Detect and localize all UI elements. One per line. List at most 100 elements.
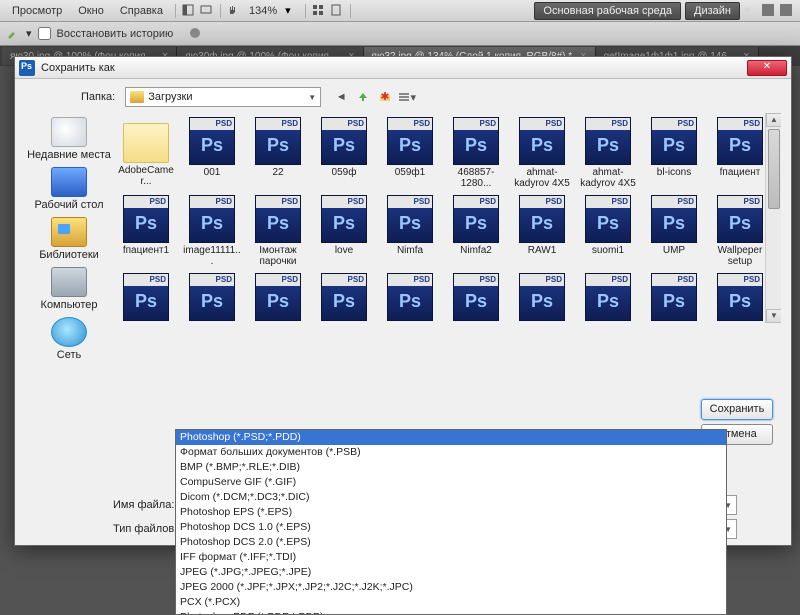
file-item[interactable]: ahmat-kadyrov 4X5 CM112 — [577, 115, 639, 191]
file-item[interactable]: 468857-1280... — [445, 115, 507, 191]
menu-help[interactable]: Справка — [114, 3, 169, 19]
layout-icon[interactable] — [182, 4, 196, 18]
recent-icon — [51, 117, 87, 147]
file-item[interactable] — [445, 271, 507, 325]
places-network[interactable]: Сеть — [51, 317, 87, 361]
computer-icon — [51, 267, 87, 297]
file-name: ahmat-kadyrov 4X5 CM11 — [513, 167, 571, 189]
file-item[interactable]: Iмонтаж парочки — [247, 193, 309, 269]
scrollbar[interactable]: ▲ ▼ — [765, 113, 781, 323]
file-item[interactable]: Wallpeper setup — [709, 193, 771, 269]
save-as-dialog: Сохранить как ✕ Папка: Загрузки ▼ ◄ ✱ ▾ … — [14, 56, 792, 546]
file-item[interactable]: Nimfa2 — [445, 193, 507, 269]
file-item[interactable]: fпациент — [709, 115, 771, 191]
places-recent[interactable]: Недавние места — [27, 117, 111, 161]
folder-label: Папка: — [81, 91, 115, 103]
file-item[interactable] — [379, 271, 441, 325]
design-workspace[interactable]: Дизайн — [685, 2, 740, 20]
hand-icon[interactable] — [227, 4, 241, 18]
grid-icon[interactable] — [312, 4, 326, 18]
file-name: AdobeCamer... — [117, 165, 175, 187]
file-item[interactable]: 059ф — [313, 115, 375, 191]
up-icon[interactable] — [353, 87, 373, 107]
places-label: Рабочий стол — [34, 199, 103, 211]
places-desktop[interactable]: Рабочий стол — [34, 167, 103, 211]
filetype-option[interactable]: PCX (*.PCX) — [176, 595, 726, 610]
expand-icon[interactable]: » — [744, 4, 758, 18]
filetype-option[interactable]: Photoshop DCS 2.0 (*.EPS) — [176, 535, 726, 550]
filetype-option[interactable]: Photoshop PDF (*.PDF;*.PDP) — [176, 610, 726, 615]
menu-window[interactable]: Окно — [72, 3, 110, 19]
file-name: fпациент — [720, 167, 761, 178]
file-item[interactable]: 22 — [247, 115, 309, 191]
file-item[interactable]: RAW1 — [511, 193, 573, 269]
save-button[interactable]: Сохранить — [701, 399, 773, 420]
new-folder-icon[interactable]: ✱ — [375, 87, 395, 107]
file-item[interactable] — [577, 271, 639, 325]
file-name: Nimfa — [397, 245, 423, 256]
workspace-selector[interactable]: Основная рабочая среда — [534, 2, 681, 20]
file-item[interactable]: fпациент1 — [115, 193, 177, 269]
file-item[interactable] — [247, 271, 309, 325]
filetype-option[interactable]: Photoshop DCS 1.0 (*.EPS) — [176, 520, 726, 535]
file-item[interactable]: ahmat-kadyrov 4X5 CM11 — [511, 115, 573, 191]
screen-mode-icon[interactable] — [200, 4, 214, 18]
view-menu-icon[interactable]: ▾ — [397, 87, 417, 107]
file-item[interactable]: UMP — [643, 193, 705, 269]
menu-view[interactable]: Просмотр — [6, 3, 68, 19]
filetype-option[interactable]: BMP (*.BMP;*.RLE;*.DIB) — [176, 460, 726, 475]
file-name: 22 — [272, 167, 283, 178]
psd-icon — [453, 273, 499, 321]
file-item[interactable]: 001 — [181, 115, 243, 191]
file-name: suomi1 — [592, 245, 624, 256]
file-item[interactable] — [511, 271, 573, 325]
minimize-icon[interactable] — [780, 4, 794, 18]
dialog-titlebar: Сохранить как ✕ — [15, 57, 791, 79]
psd-icon — [321, 117, 367, 165]
history-brush-icon[interactable] — [6, 27, 20, 41]
filetype-option[interactable]: IFF формат (*.IFF;*.TDI) — [176, 550, 726, 565]
scroll-thumb[interactable] — [768, 129, 780, 209]
filetype-option[interactable]: Формат больших документов (*.PSB) — [176, 445, 726, 460]
file-item[interactable]: 059ф1 — [379, 115, 441, 191]
csLive-icon[interactable] — [762, 4, 776, 18]
file-item[interactable] — [115, 271, 177, 325]
places-computer[interactable]: Компьютер — [41, 267, 98, 311]
places-label: Компьютер — [41, 299, 98, 311]
file-item[interactable]: love — [313, 193, 375, 269]
file-item[interactable]: bl-icons — [643, 115, 705, 191]
brush-preset-icon[interactable] — [189, 27, 203, 41]
doc-icon[interactable] — [330, 4, 344, 18]
filetype-option[interactable]: Photoshop EPS (*.EPS) — [176, 505, 726, 520]
file-item[interactable] — [643, 271, 705, 325]
file-item[interactable]: suomi1 — [577, 193, 639, 269]
places-libs[interactable]: Библиотеки — [39, 217, 99, 261]
filetype-option[interactable]: Photoshop (*.PSD;*.PDD) — [176, 430, 726, 445]
file-item[interactable] — [709, 271, 771, 325]
app-menubar: Просмотр Окно Справка 134% ▾ Основная ра… — [0, 0, 800, 22]
file-item[interactable]: image11111... — [181, 193, 243, 269]
file-item[interactable]: Nimfa — [379, 193, 441, 269]
filetype-dropdown[interactable]: Photoshop (*.PSD;*.PDD)Формат больших до… — [175, 429, 727, 615]
file-item[interactable]: AdobeCamer... — [115, 115, 177, 191]
filetype-option[interactable]: Dicom (*.DCM;*.DC3;*.DIC) — [176, 490, 726, 505]
close-button[interactable]: ✕ — [747, 60, 787, 76]
psd-icon — [123, 273, 169, 321]
chevron-down-icon[interactable]: ▾ — [285, 4, 299, 18]
file-item[interactable] — [313, 271, 375, 325]
history-checkbox[interactable] — [38, 27, 51, 40]
scroll-up-icon[interactable]: ▲ — [766, 113, 781, 127]
psd-icon — [387, 195, 433, 243]
zoom-level[interactable]: 134% — [249, 5, 277, 17]
file-item[interactable] — [181, 271, 243, 325]
scroll-down-icon[interactable]: ▼ — [766, 309, 781, 323]
back-icon[interactable]: ◄ — [331, 87, 351, 107]
file-name: fпациент1 — [123, 245, 169, 256]
folder-combo[interactable]: Загрузки ▼ — [125, 87, 321, 107]
psd-icon — [123, 195, 169, 243]
filetype-option[interactable]: CompuServe GIF (*.GIF) — [176, 475, 726, 490]
filetype-option[interactable]: JPEG (*.JPG;*.JPEG;*.JPE) — [176, 565, 726, 580]
file-name: bl-icons — [657, 167, 691, 178]
filetype-option[interactable]: JPEG 2000 (*.JPF;*.JPX;*.JP2;*.J2C;*.J2K… — [176, 580, 726, 595]
psd-icon — [717, 117, 763, 165]
